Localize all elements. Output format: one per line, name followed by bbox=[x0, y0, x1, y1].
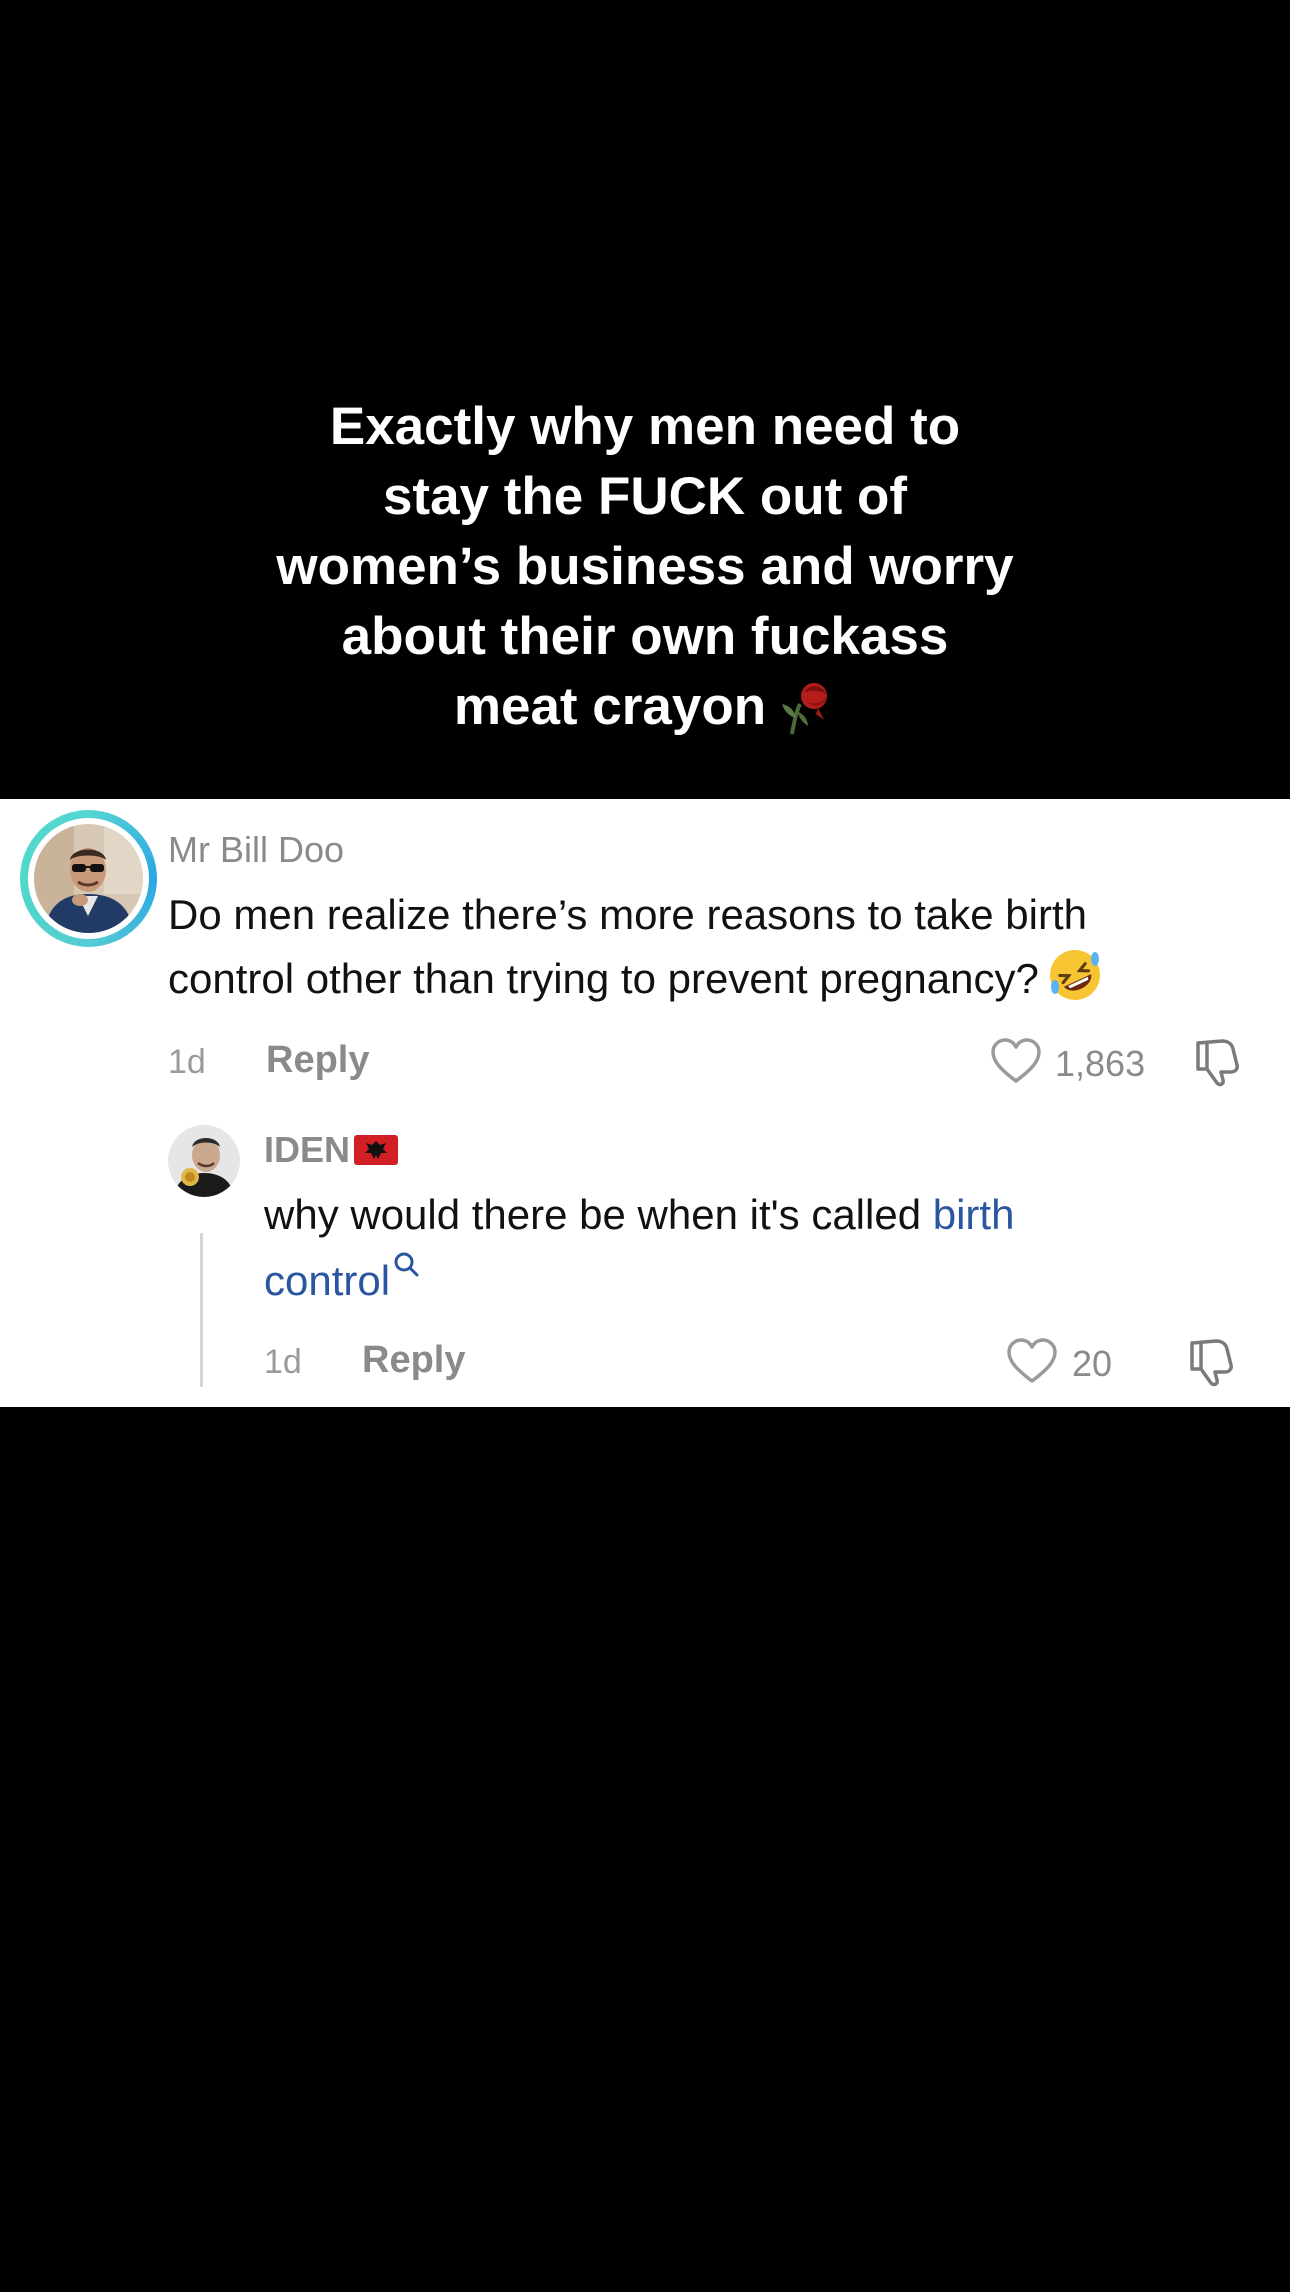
reply-avatar[interactable] bbox=[168, 1125, 240, 1197]
reply-username[interactable]: IDEN bbox=[264, 1129, 350, 1170]
commenter-username[interactable]: Mr Bill Doo bbox=[168, 829, 344, 871]
reply-like-heart-icon[interactable] bbox=[1006, 1337, 1058, 1385]
comment-text-line-2-wrap: control other than trying to prevent pre… bbox=[168, 947, 1103, 1011]
caption-line-4: about their own fuckass bbox=[341, 607, 949, 666]
reply-reply-button[interactable]: Reply bbox=[362, 1339, 465, 1382]
comment-dislike-thumbs-down-icon[interactable] bbox=[1192, 1035, 1244, 1087]
avatar-photo bbox=[34, 824, 143, 933]
caption-line-1: Exactly why men need to bbox=[329, 397, 961, 456]
birth-control-link-part-1[interactable]: birth bbox=[933, 1191, 1015, 1238]
comment-text-line-1: Do men realize there’s more reasons to t… bbox=[168, 891, 1087, 938]
caption-line-3: women’s business and worry bbox=[276, 537, 1014, 596]
comment-card: Mr Bill Doo Do men realize there’s more … bbox=[0, 799, 1290, 1407]
reply-timestamp: 1d bbox=[264, 1343, 302, 1381]
comment-text-line-2: control other than trying to prevent pre… bbox=[168, 955, 1039, 1002]
comment-timestamp: 1d bbox=[168, 1043, 206, 1081]
thread-line bbox=[200, 1233, 203, 1387]
reply-like-count: 20 bbox=[1072, 1343, 1113, 1384]
reply-text-line-1-wrap: why would there be when it's called birt… bbox=[264, 1183, 1014, 1247]
video-caption: Exactly why men need to stay the FUCK ou… bbox=[0, 392, 1290, 742]
reply-dislike-thumbs-down-icon[interactable] bbox=[1186, 1335, 1238, 1387]
comment-like-heart-icon[interactable] bbox=[990, 1037, 1042, 1085]
birth-control-link-part-2[interactable]: control bbox=[264, 1257, 390, 1304]
commenter-avatar[interactable] bbox=[20, 810, 157, 947]
comment-like-count: 1,863 bbox=[1055, 1043, 1146, 1084]
reply-avatar-photo bbox=[168, 1125, 240, 1197]
reply-text-line-1: why would there be when it's called bbox=[264, 1191, 933, 1238]
wilted-rose-icon bbox=[782, 683, 828, 735]
caption-line-2: stay the FUCK out of bbox=[382, 467, 908, 526]
search-icon[interactable] bbox=[392, 1251, 420, 1281]
comment-reply-button[interactable]: Reply bbox=[266, 1039, 369, 1082]
reply-username-wrap[interactable]: IDEN bbox=[264, 1129, 399, 1171]
caption-line-5-wrap: meat crayon bbox=[0, 672, 1290, 742]
reply-text-line-2-wrap: control bbox=[264, 1249, 420, 1313]
rolling-laughing-emoji bbox=[1049, 950, 1100, 1000]
caption-line-5: meat crayon bbox=[453, 677, 767, 736]
albania-flag-icon bbox=[354, 1135, 399, 1165]
